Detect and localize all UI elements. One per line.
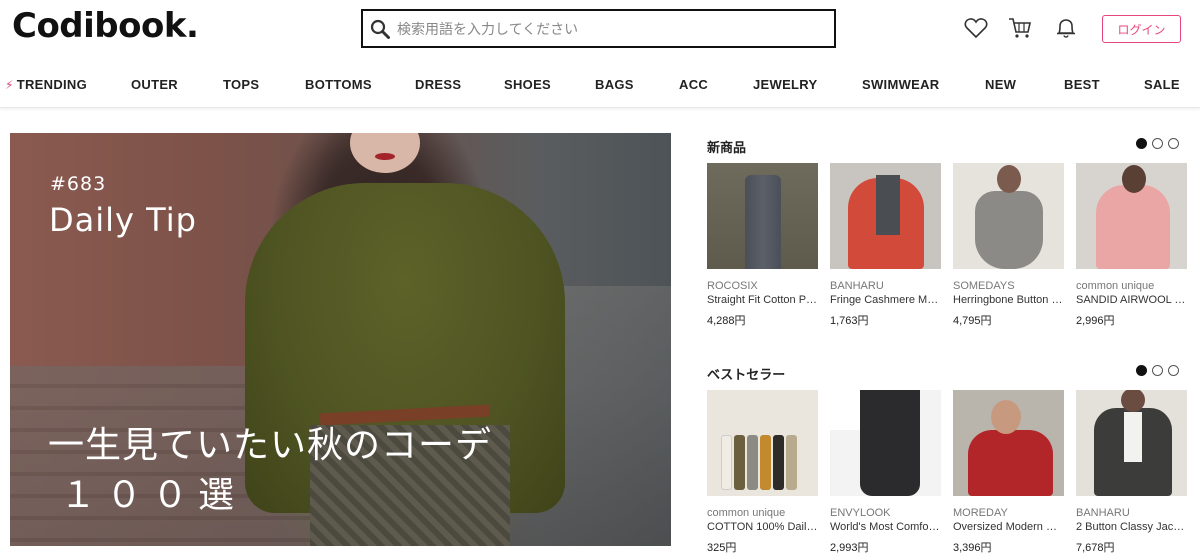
nav-item-tops[interactable]: TOPS [223, 77, 259, 92]
new-products-title: 新商品 [707, 140, 747, 155]
hero-subtitle: Daily Tip [49, 201, 197, 239]
login-button[interactable]: ログイン [1102, 15, 1181, 43]
nav-item-bags[interactable]: BAGS [595, 77, 634, 92]
product-brand: ENVYLOOK [830, 507, 891, 519]
best-sellers-pager [1136, 365, 1179, 376]
product-card[interactable]: ENVYLOOK World's Most Comfortable Pants … [830, 390, 941, 555]
search-input[interactable] [397, 20, 827, 37]
product-card[interactable]: SOMEDAYS Herringbone Button Dress 4,795円 [953, 163, 1064, 328]
pager-dot[interactable] [1168, 138, 1179, 149]
heart-icon[interactable] [963, 15, 989, 41]
nav-item-dress[interactable]: DRESS [415, 77, 461, 92]
product-name: Straight Fit Cotton Pants [707, 294, 818, 306]
product-brand: MOREDAY [953, 507, 1008, 519]
product-price: 2,993円 [830, 542, 869, 554]
product-image [953, 390, 1064, 496]
logo[interactable]: Codibook. [12, 6, 199, 46]
product-brand: BANHARU [1076, 507, 1130, 519]
product-brand: ROCOSIX [707, 280, 758, 292]
product-price: 2,996円 [1076, 315, 1115, 327]
pager-dot[interactable] [1152, 138, 1163, 149]
hero-banner[interactable]: #683 Daily Tip 一生見ていたい秋のコーデ １００選 [10, 133, 671, 546]
pager-dot[interactable] [1136, 365, 1147, 376]
product-price: 3,396円 [953, 542, 992, 554]
product-brand: BANHARU [830, 280, 884, 292]
lightning-icon: ⚡ [5, 78, 14, 92]
product-name: Herringbone Button Dress [953, 294, 1064, 306]
product-card[interactable]: BANHARU Fringe Cashmere Muffler 1,763円 [830, 163, 941, 328]
hero-tag: #683 [50, 173, 107, 195]
nav-item-outer[interactable]: OUTER [131, 77, 178, 92]
new-products-pager [1136, 138, 1179, 149]
nav-item-swimwear[interactable]: SWIMWEAR [862, 77, 940, 92]
product-image [707, 390, 818, 496]
product-image [1076, 390, 1187, 496]
product-brand: common unique [1076, 280, 1155, 292]
product-price: 7,678円 [1076, 542, 1115, 554]
category-nav: ⚡ TRENDING OUTER TOPS BOTTOMS DRESS SHOES… [0, 60, 1200, 108]
product-name: 2 Button Classy Jacket [1076, 521, 1187, 533]
pager-dot[interactable] [1136, 138, 1147, 149]
hero-image-lips [375, 153, 395, 160]
bell-icon[interactable] [1053, 15, 1079, 41]
product-image [1076, 163, 1187, 269]
product-price: 325円 [707, 542, 737, 554]
product-card[interactable]: common unique SANDID AIRWOOL CARDIGAN 2,… [1076, 163, 1187, 328]
product-brand: common unique [707, 507, 786, 519]
nav-item-acc[interactable]: ACC [679, 77, 708, 92]
pager-dot[interactable] [1152, 365, 1163, 376]
product-name: World's Most Comfortable Pants [830, 521, 941, 533]
product-name: COTTON 100% Daily Socks [707, 521, 818, 533]
product-image [830, 390, 941, 496]
product-price: 4,795円 [953, 315, 992, 327]
nav-item-trending[interactable]: ⚡ TRENDING [5, 77, 87, 92]
nav-item-sale[interactable]: SALE [1144, 77, 1180, 92]
product-name: Oversized Modern Hoodie [953, 521, 1064, 533]
nav-item-new[interactable]: NEW [985, 77, 1016, 92]
nav-item-bottoms[interactable]: BOTTOMS [305, 77, 372, 92]
product-card[interactable]: common unique COTTON 100% Daily Socks 32… [707, 390, 818, 555]
search-icon[interactable] [369, 18, 391, 40]
product-card[interactable]: ROCOSIX Straight Fit Cotton Pants 4,288円 [707, 163, 818, 328]
product-name: Fringe Cashmere Muffler [830, 294, 941, 306]
search-bar[interactable] [361, 9, 836, 48]
nav-item-jewelry[interactable]: JEWELRY [753, 77, 817, 92]
product-image [830, 163, 941, 269]
nav-item-best[interactable]: BEST [1064, 77, 1100, 92]
product-card[interactable]: BANHARU 2 Button Classy Jacket 7,678円 [1076, 390, 1187, 555]
header: Codibook. ログイン [0, 0, 1200, 60]
product-card[interactable]: MOREDAY Oversized Modern Hoodie 3,396円 [953, 390, 1064, 555]
product-price: 1,763円 [830, 315, 869, 327]
best-sellers-title: ベストセラー [707, 367, 786, 382]
nav-item-shoes[interactable]: SHOES [504, 77, 551, 92]
product-price: 4,288円 [707, 315, 746, 327]
product-image [953, 163, 1064, 269]
hero-title-line2: １００選 [60, 475, 245, 516]
hero-title-line1: 一生見ていたい秋のコーデ [48, 425, 493, 466]
product-brand: SOMEDAYS [953, 280, 1015, 292]
product-name: SANDID AIRWOOL CARDIGAN [1076, 294, 1187, 306]
product-image [707, 163, 818, 269]
cart-icon[interactable] [1007, 15, 1033, 41]
pager-dot[interactable] [1168, 365, 1179, 376]
